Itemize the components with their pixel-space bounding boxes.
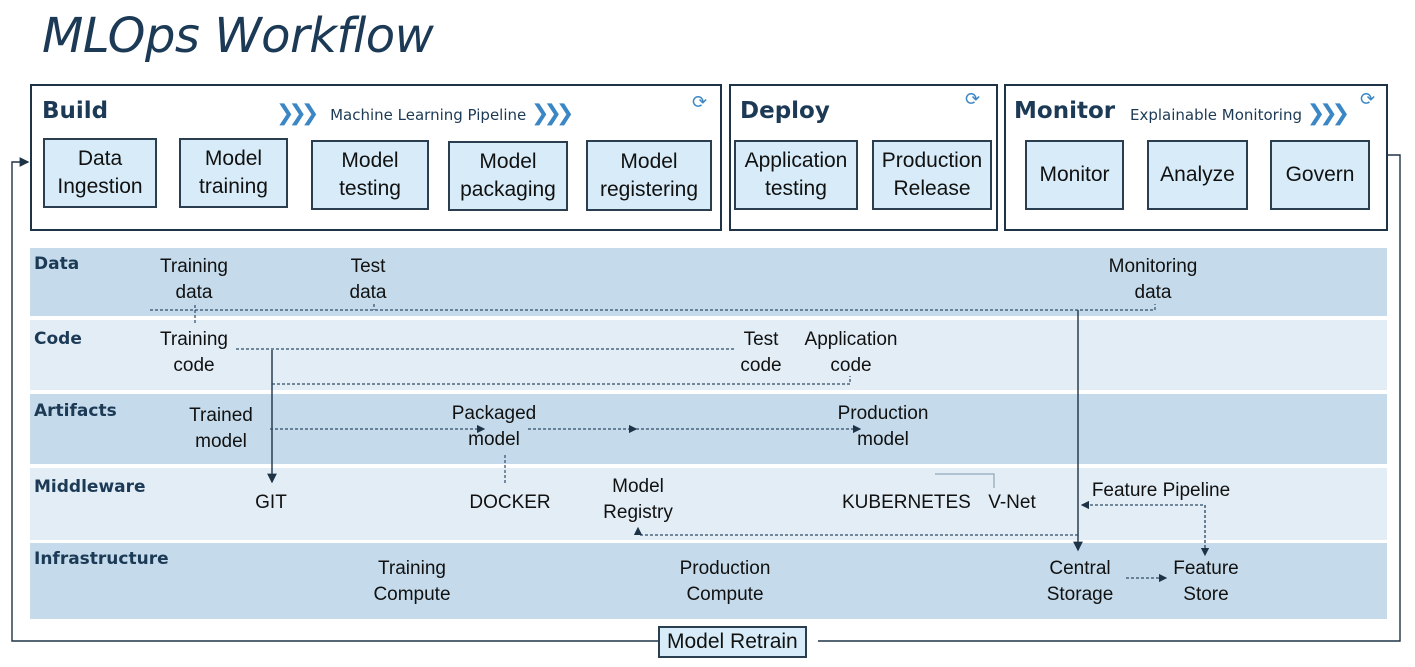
item-production-model: Production model xyxy=(837,403,929,450)
item-feature-pipeline: Feature Pipeline xyxy=(1091,480,1231,501)
item-training-data: Training data xyxy=(160,256,228,303)
item-application-code: Application code xyxy=(804,329,898,376)
step-production-release[interactable]: Production Release xyxy=(872,140,992,210)
item-model-registry: Model Registry xyxy=(603,476,673,523)
step-model-training[interactable]: Model training xyxy=(179,138,288,208)
layer-label-code: Code xyxy=(34,329,82,349)
build-pipeline-label: ❯❯❯ Machine Learning Pipeline ❯❯❯ xyxy=(276,101,574,126)
item-monitoring-data: Monitoring data xyxy=(1108,256,1198,303)
item-packaged-model: Packaged model xyxy=(451,403,537,450)
build-title: Build xyxy=(42,98,109,124)
item-git: GIT xyxy=(255,492,287,513)
step-govern[interactable]: Govern xyxy=(1270,140,1370,210)
item-feature-store: Feature Store xyxy=(1173,558,1239,605)
monitor-title: Monitor xyxy=(1014,98,1116,124)
refresh-cycle-icon: ⟳ xyxy=(692,92,708,112)
monitor-pipeline-label: Explainable Monitoring ❯❯❯ xyxy=(1130,101,1350,126)
model-retrain-box[interactable]: Model Retrain xyxy=(658,626,807,658)
vnet-bracket xyxy=(935,473,995,488)
item-test-data: Test data xyxy=(349,256,387,303)
deploy-title: Deploy xyxy=(740,98,830,124)
step-application-testing[interactable]: Application testing xyxy=(734,140,858,210)
data-dashed-line xyxy=(150,304,1156,311)
layer-label-middleware: Middleware xyxy=(34,477,146,497)
step-model-registering[interactable]: Model registering xyxy=(586,140,712,211)
item-kubernetes: KUBERNETES xyxy=(842,492,971,513)
step-monitor[interactable]: Monitor xyxy=(1025,140,1124,210)
feature-pipeline-arrow xyxy=(1080,500,1206,548)
refresh-cycle-icon: ⟳ xyxy=(965,89,981,109)
step-analyze[interactable]: Analyze xyxy=(1147,140,1248,210)
layer-label-data: Data xyxy=(34,254,80,274)
item-central-storage: Central Storage xyxy=(1046,558,1114,605)
item-training-compute: Training Compute xyxy=(373,558,451,605)
chevrons-icon: ❯❯❯ xyxy=(531,101,574,126)
chevrons-icon: ❯❯❯ xyxy=(276,101,319,126)
step-data-ingestion[interactable]: Data Ingestion xyxy=(43,138,157,208)
item-trained-model: Trained model xyxy=(189,405,253,452)
item-training-code: Training code xyxy=(160,329,228,376)
storage-to-registry xyxy=(633,526,1078,536)
step-model-testing[interactable]: Model testing xyxy=(311,140,429,210)
item-test-code: Test code xyxy=(740,329,782,376)
step-model-packaging[interactable]: Model packaging xyxy=(448,141,568,211)
refresh-cycle-icon: ⟳ xyxy=(1360,89,1376,109)
item-production-compute: Production Compute xyxy=(679,558,771,605)
layer-label-infrastructure: Infrastructure xyxy=(34,549,169,569)
item-vnet: V-Net xyxy=(988,492,1036,513)
item-docker: DOCKER xyxy=(469,492,551,513)
layer-label-artifacts: Artifacts xyxy=(34,401,117,421)
chevrons-icon: ❯❯❯ xyxy=(1306,101,1350,126)
